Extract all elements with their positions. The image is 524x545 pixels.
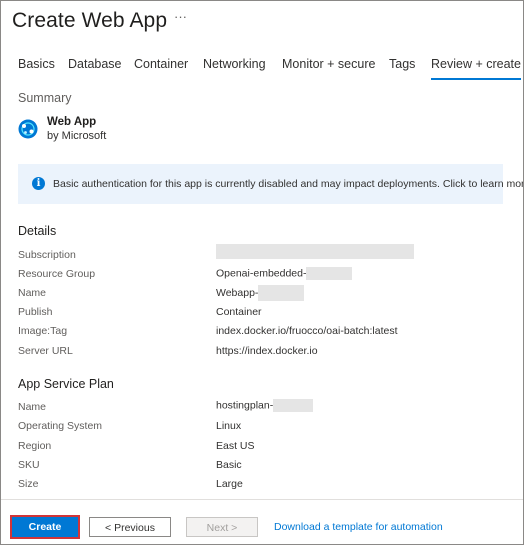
plan-label-size: Size	[18, 478, 39, 490]
app-service-plan-heading: App Service Plan	[18, 377, 114, 391]
wizard-tabs: Basics Database Container Networking Mon…	[1, 57, 523, 80]
plan-label-name: Name	[18, 401, 47, 413]
tab-database[interactable]: Database	[68, 57, 122, 71]
create-web-app-blade: Create Web App ··· Basics Database Conta…	[0, 0, 524, 545]
tab-container[interactable]: Container	[134, 57, 188, 71]
detail-label-publish: Publish	[18, 306, 53, 318]
download-template-link[interactable]: Download a template for automation	[274, 521, 443, 533]
info-bar-text[interactable]: Basic authentication for this app is cur…	[53, 178, 523, 190]
action-footer: Create < Previous Next > Download a temp…	[1, 499, 523, 544]
detail-value-publish: Container	[216, 306, 262, 318]
app-name-text: Webapp-	[216, 286, 259, 299]
basic-auth-info-bar[interactable]: i Basic authentication for this app is c…	[18, 164, 523, 204]
tab-tags[interactable]: Tags	[389, 57, 415, 71]
detail-value-name: Webapp-	[216, 285, 305, 301]
detail-value-server-url: https://index.docker.io	[216, 345, 318, 357]
hosting-plan-text: hostingplan-	[216, 399, 274, 412]
next-button: Next >	[186, 517, 258, 537]
resource-group-text: Openai-embedded-	[216, 267, 307, 280]
create-button[interactable]: Create	[10, 515, 80, 539]
tab-basics[interactable]: Basics	[18, 57, 55, 71]
plan-value-name: hostingplan-	[216, 399, 314, 412]
summary-heading: Summary	[18, 91, 72, 105]
detail-label-server-url: Server URL	[18, 345, 73, 357]
product-name: Web App	[47, 116, 97, 128]
plan-label-sku: SKU	[18, 459, 40, 471]
detail-label-image-tag: Image:Tag	[18, 325, 68, 337]
info-icon: i	[32, 177, 45, 190]
product-publisher: by Microsoft	[47, 130, 107, 142]
tab-review-create[interactable]: Review + create	[431, 57, 521, 80]
plan-value-region: East US	[216, 440, 255, 452]
web-app-icon	[18, 119, 38, 139]
tab-networking[interactable]: Networking	[203, 57, 266, 71]
detail-label-resource-group: Resource Group	[18, 268, 96, 280]
previous-button[interactable]: < Previous	[89, 517, 171, 537]
detail-value-resource-group: Openai-embedded-	[216, 267, 353, 280]
plan-value-size: Large	[216, 478, 243, 490]
detail-label-subscription: Subscription	[18, 249, 76, 261]
details-heading: Details	[18, 224, 57, 238]
plan-label-region: Region	[18, 440, 52, 452]
detail-value-subscription	[216, 244, 414, 259]
tab-monitor-secure[interactable]: Monitor + secure	[282, 57, 375, 71]
page-title: Create Web App	[12, 9, 168, 32]
more-options-button[interactable]: ···	[174, 9, 187, 24]
detail-value-image-tag: index.docker.io/fruocco/oai-batch:latest	[216, 325, 398, 337]
detail-label-name: Name	[18, 287, 47, 299]
plan-value-sku: Basic	[216, 459, 242, 471]
plan-label-os: Operating System	[18, 420, 103, 432]
plan-value-os: Linux	[216, 420, 242, 432]
